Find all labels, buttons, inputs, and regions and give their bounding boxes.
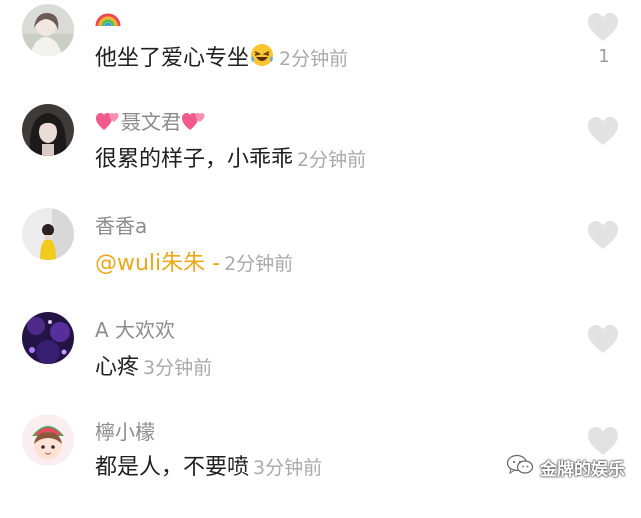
- wechat-icon: [506, 454, 534, 480]
- username-emoji: [95, 6, 121, 35]
- comment-time: 2分钟前: [224, 253, 294, 275]
- two-hearts-emoji: [95, 110, 121, 137]
- two-hearts-emoji: [181, 110, 207, 137]
- comment-text-line: 都是人，不要喷 3分钟前: [95, 454, 322, 482]
- avatar[interactable]: [22, 4, 74, 56]
- like-button[interactable]: [587, 220, 619, 250]
- comment-text-line: 他坐了爱心专坐 2分钟前: [95, 42, 348, 76]
- username: 檸小檬: [95, 420, 155, 444]
- comment-time: 3分钟前: [253, 457, 323, 479]
- rainbow-emoji: [95, 6, 121, 35]
- comment-item: 聂文君 很累的样子，小乖乖 2分钟前: [0, 104, 641, 208]
- avatar[interactable]: [22, 104, 74, 156]
- comment-text-line: 很累的样子，小乖乖 2分钟前: [95, 146, 366, 174]
- like-button[interactable]: [587, 426, 619, 456]
- comment-text: 心疼: [95, 355, 140, 380]
- like-count: 1: [598, 46, 610, 67]
- username: 聂文君: [121, 110, 181, 134]
- username: 香香a: [95, 214, 148, 238]
- comment-text-line: @wuli朱朱 -2分钟前: [95, 250, 293, 278]
- comment-time: 2分钟前: [297, 149, 367, 171]
- heart-icon: [588, 13, 618, 41]
- laughing-crying-emoji: [249, 42, 275, 76]
- comment-item: 香香a @wuli朱朱 -2分钟前: [0, 208, 641, 312]
- avatar[interactable]: [22, 312, 74, 364]
- username-line: 聂文君: [95, 110, 207, 137]
- comment-text: 很累的样子，小乖乖: [95, 147, 294, 172]
- comment-text: 他坐了爱心专坐: [95, 46, 250, 71]
- username: A⁠ 大欢欢: [95, 318, 176, 342]
- comment-time: 3分钟前: [143, 357, 213, 379]
- comment-item: A⁠ 大欢欢 心疼 3分钟前: [0, 312, 641, 416]
- heart-icon: [588, 427, 618, 455]
- avatar[interactable]: [22, 208, 74, 260]
- comment-text: 都是人，不要喷: [95, 455, 250, 480]
- heart-icon: [588, 325, 618, 353]
- avatar[interactable]: [22, 414, 74, 466]
- like-button[interactable]: [587, 324, 619, 354]
- comment-time: 2分钟前: [279, 48, 349, 70]
- heart-icon: [588, 221, 618, 249]
- heart-icon: [588, 117, 618, 145]
- watermark-text: 金牌的娱乐: [540, 459, 625, 480]
- comment-item: 他坐了爱心专坐 2分钟前 1: [0, 0, 641, 104]
- mention-link[interactable]: @wuli朱朱 -: [95, 251, 220, 276]
- watermark: 金牌的娱乐: [506, 454, 625, 480]
- like-button[interactable]: [587, 116, 619, 146]
- comment-text-line: 心疼 3分钟前: [95, 354, 212, 382]
- like-button[interactable]: [587, 12, 619, 42]
